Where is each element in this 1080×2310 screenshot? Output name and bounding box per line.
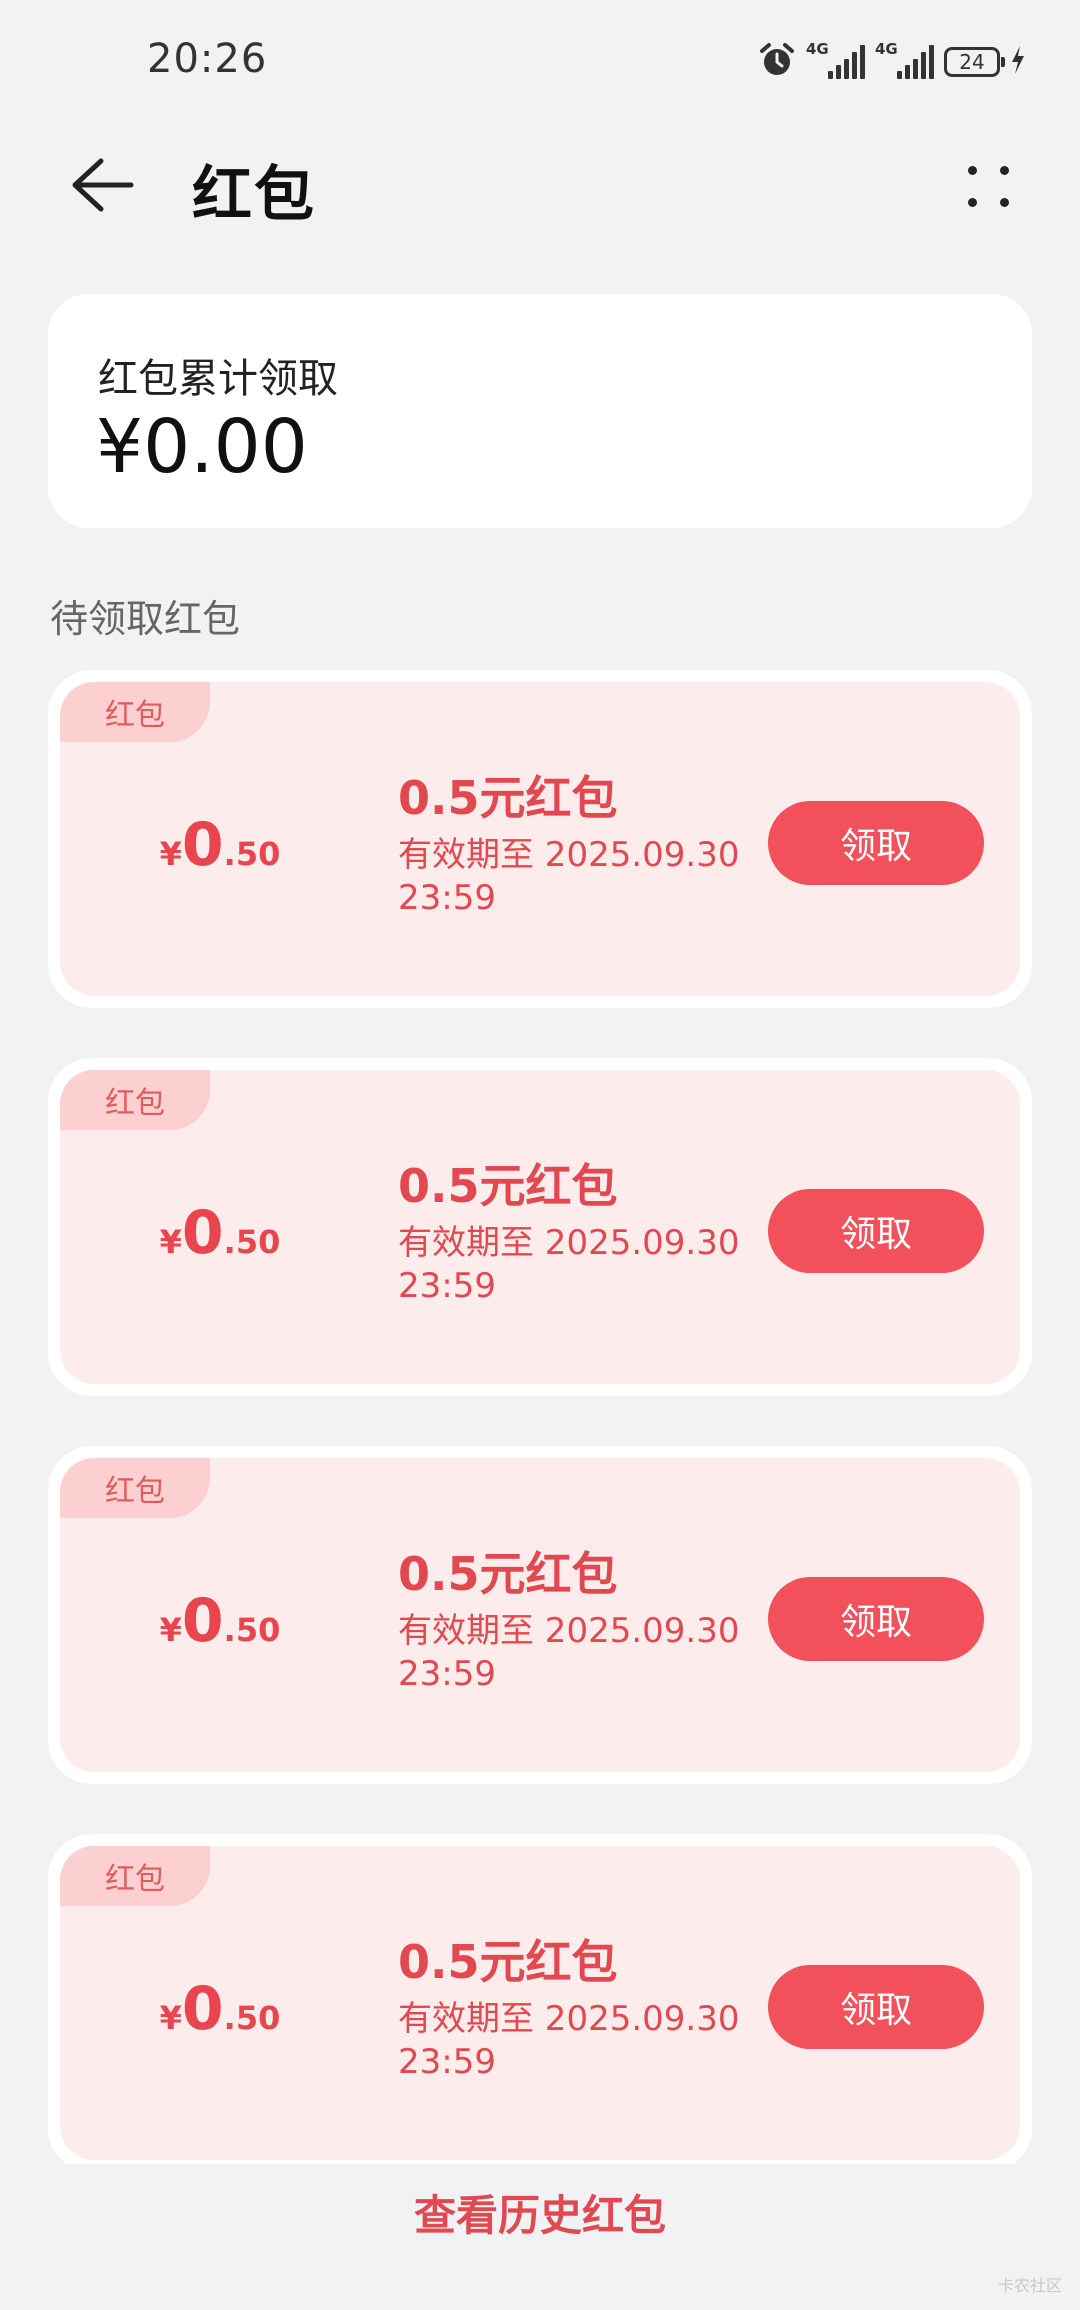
alarm-icon [758, 41, 796, 83]
history-link[interactable]: 查看历史红包 [0, 2182, 1080, 2243]
claim-button[interactable]: 领取 [768, 801, 984, 885]
red-packet-body: 红包 ¥0.50 0.5元红包 有效期至 2025.09.30 23:59 领取 [60, 682, 1020, 996]
packet-validity: 有效期至 2025.09.30 23:59 [398, 1223, 740, 1306]
packet-amount: ¥0.50 [120, 1198, 320, 1268]
status-icons: 4G 4G 24 [758, 40, 1026, 84]
red-packet-body: 红包 ¥0.50 0.5元红包 有效期至 2025.09.30 23:59 领取 [60, 1458, 1020, 1772]
red-packet-card: 红包 ¥0.50 0.5元红包 有效期至 2025.09.30 23:59 领取 [48, 670, 1032, 1008]
summary-amount: ¥0.00 [96, 404, 308, 490]
red-packet-card: 红包 ¥0.50 0.5元红包 有效期至 2025.09.30 23:59 领取 [48, 1446, 1032, 1784]
packet-amount-int: 0 [181, 1974, 224, 2044]
signal-icon-sim1: 4G [806, 41, 865, 79]
claim-button[interactable]: 领取 [768, 1189, 984, 1273]
packet-currency: ¥ [159, 1999, 182, 2037]
more-options-button[interactable] [956, 154, 1020, 218]
watermark: 卡农社区 [997, 2276, 1062, 2295]
status-bar: 20:26 4G 4G 24 [0, 0, 1080, 120]
network-type-label: 4G [875, 40, 898, 58]
summary-label: 红包累计领取 [98, 356, 338, 402]
packet-amount: ¥0.50 [120, 810, 320, 880]
packet-amount-int: 0 [181, 1586, 224, 1656]
battery-level: 24 [959, 50, 985, 74]
more-dots-icon [967, 165, 977, 175]
packet-title: 0.5元红包 [398, 1935, 618, 1989]
packet-amount: ¥0.50 [120, 1586, 320, 1656]
signal-icon-sim2: 4G [875, 41, 934, 79]
red-packet-body: 红包 ¥0.50 0.5元红包 有效期至 2025.09.30 23:59 领取 [60, 1846, 1020, 2160]
packet-tag: 红包 [60, 1458, 210, 1518]
claim-button[interactable]: 领取 [768, 1577, 984, 1661]
packet-amount-dec: .50 [223, 1999, 281, 2037]
packet-currency: ¥ [159, 835, 182, 873]
packet-title: 0.5元红包 [398, 1159, 618, 1213]
packet-amount-dec: .50 [223, 1611, 281, 1649]
claim-button[interactable]: 领取 [768, 1965, 984, 2049]
battery-icon: 24 [944, 47, 1005, 77]
packet-tag: 红包 [60, 1846, 210, 1906]
back-button[interactable] [68, 152, 138, 222]
packet-amount: ¥0.50 [120, 1974, 320, 2044]
packet-amount-dec: .50 [223, 1223, 281, 1261]
summary-card: 红包累计领取 ¥0.00 [48, 294, 1032, 528]
packet-list[interactable]: 红包 ¥0.50 0.5元红包 有效期至 2025.09.30 23:59 领取… [48, 670, 1032, 2164]
packet-amount-int: 0 [181, 1198, 224, 1268]
red-packet-card: 红包 ¥0.50 0.5元红包 有效期至 2025.09.30 23:59 领取 [48, 1058, 1032, 1396]
section-title: 待领取红包 [50, 597, 241, 641]
packet-validity: 有效期至 2025.09.30 23:59 [398, 1611, 740, 1694]
packet-amount-dec: .50 [223, 835, 281, 873]
packet-tag: 红包 [60, 1070, 210, 1130]
packet-currency: ¥ [159, 1611, 182, 1649]
packet-title: 0.5元红包 [398, 771, 618, 825]
charging-icon [1010, 45, 1026, 79]
packet-validity: 有效期至 2025.09.30 23:59 [398, 1999, 740, 2082]
packet-currency: ¥ [159, 1223, 182, 1261]
app-header: 红包 [0, 130, 1080, 240]
back-arrow-icon [71, 157, 135, 217]
red-packet-card: 红包 ¥0.50 0.5元红包 有效期至 2025.09.30 23:59 领取 [48, 1834, 1032, 2164]
red-packet-body: 红包 ¥0.50 0.5元红包 有效期至 2025.09.30 23:59 领取 [60, 1070, 1020, 1384]
page-title: 红包 [192, 160, 316, 230]
packet-validity: 有效期至 2025.09.30 23:59 [398, 835, 740, 918]
packet-title: 0.5元红包 [398, 1547, 618, 1601]
status-time: 20:26 [147, 36, 268, 82]
packet-tag: 红包 [60, 682, 210, 742]
network-type-label: 4G [806, 40, 829, 58]
packet-amount-int: 0 [181, 810, 224, 880]
